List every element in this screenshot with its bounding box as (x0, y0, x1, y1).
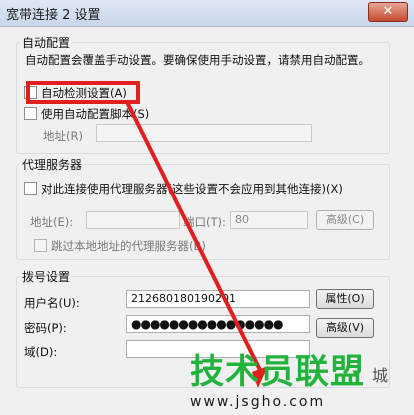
watermark-brand: 技术员联盟 (190, 352, 365, 392)
annotation-highlight-box (26, 81, 140, 104)
password-label: 密码(P): (24, 321, 67, 335)
dialup-advanced-button[interactable]: 高级(V) (316, 318, 374, 338)
proxy-legend: 代理服务器 (20, 156, 85, 173)
auto-config-legend: 自动配置 (20, 34, 73, 51)
domain-label: 域(D): (24, 345, 58, 359)
properties-button[interactable]: 属性(O) (316, 289, 374, 309)
script-address-field[interactable] (96, 124, 312, 142)
proxy-address-field[interactable] (86, 211, 180, 229)
proxy-advanced-button[interactable]: 高级(C) (316, 210, 374, 230)
auto-script-label: 使用自动配置脚本(S) (41, 107, 150, 121)
watermark-url: www.jsgho.com (190, 394, 326, 410)
close-button[interactable]: ✕ (368, 2, 408, 22)
proxy-address-label: 地址(E): (30, 215, 74, 229)
watermark: 技术员联盟 城 www.jsgho.com (190, 352, 414, 415)
close-icon: ✕ (382, 4, 394, 19)
script-address-label: 地址(R) (43, 129, 83, 143)
proxy-port-label: 端口(T): (183, 215, 226, 229)
use-proxy-label: 对此连接使用代理服务器(这些设置不会应用到其他连接)(X) (41, 182, 343, 196)
auto-script-checkbox[interactable] (24, 107, 37, 120)
username-field[interactable]: 2126801801902​01 (126, 290, 310, 308)
use-proxy-checkbox[interactable] (24, 182, 37, 195)
username-label: 用户名(U): (24, 296, 80, 310)
window-title: 宽带连接 2 设置 (6, 8, 101, 23)
bypass-local-label: 跳过本地地址的代理服务器(B) (51, 239, 206, 253)
auto-config-description: 自动配置会覆盖手动设置。要确保使用手动设置，请禁用自动配置。 (25, 53, 370, 67)
password-field[interactable]: ●●●●●●●●●●●●●●●● (126, 315, 310, 333)
proxy-port-field[interactable]: 80 (230, 211, 308, 229)
bypass-local-checkbox[interactable] (34, 239, 47, 252)
dialup-legend: 拨号设置 (20, 268, 73, 285)
watermark-side-text: 城 (372, 366, 389, 385)
title-bar: 宽带连接 2 设置 ✕ (0, 0, 414, 27)
